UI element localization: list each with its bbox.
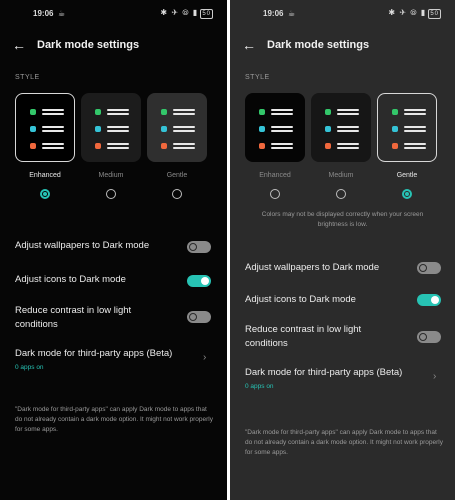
icons-toggle[interactable] [417,294,441,306]
style-card-medium[interactable] [81,93,141,162]
brightness-note: Colors may not be displayed correctly wh… [261,211,424,228]
setting-contrast-label: Reduce contrast in low light conditions [245,324,362,349]
chevron-right-icon[interactable]: › [433,371,436,382]
style-section-label: STYLE [15,74,40,81]
page-title: Dark mode settings [37,39,140,51]
radio-enhanced[interactable] [270,189,280,199]
chevron-right-icon[interactable]: › [203,352,206,363]
status-time: 19:06 [33,9,54,18]
setting-wallpapers-label: Adjust wallpapers to Dark mode [245,262,380,273]
notification-icon: ☕ [288,9,296,18]
setting-icons-label: Adjust icons to Dark mode [245,294,356,305]
style-label-gentle: Gentle [396,172,418,179]
setting-contrast-label: Reduce contrast in low light conditions [15,305,132,330]
back-arrow-icon[interactable]: ← [12,37,26,53]
header: ← Dark mode settings [242,37,455,55]
setting-icons-label: Adjust icons to Dark mode [15,274,126,285]
status-bar: 19:06 ☕ ✱ ✈ ⦾ ▮ 50 [0,7,227,21]
style-card-enhanced[interactable] [245,93,305,162]
status-icons: ✱ ✈ ⦾ ▮ 50 [160,8,213,19]
style-card-medium[interactable] [311,93,371,162]
style-label-medium: Medium [98,172,124,179]
style-label-enhanced: Enhanced [29,172,61,179]
contrast-toggle[interactable] [187,311,211,323]
contrast-toggle[interactable] [417,331,441,343]
apps-on-count: 0 apps on [15,364,44,371]
status-time: 19:06 [263,9,284,18]
style-label-enhanced: Enhanced [259,172,291,179]
wallpapers-toggle[interactable] [417,262,441,274]
battery-icon: 50 [428,9,441,19]
style-card-enhanced[interactable] [15,93,75,162]
status-icon-glyphs: ✱ ✈ ⦾ ▮ [160,8,199,17]
wallpapers-toggle[interactable] [187,241,211,253]
style-card-gentle[interactable] [147,93,207,162]
radio-medium[interactable] [106,189,116,199]
footer-note: "Dark mode for third-party apps" can app… [15,406,213,433]
third-party-label[interactable]: Dark mode for third-party apps (Beta) [245,366,402,380]
status-icons: ✱ ✈ ⦾ ▮ 50 [388,8,441,19]
footer-note: "Dark mode for third-party apps" can app… [245,429,443,456]
header: ← Dark mode settings [12,37,227,55]
radio-enhanced[interactable] [40,189,50,199]
back-arrow-icon[interactable]: ← [242,37,256,53]
icons-toggle[interactable] [187,275,211,287]
setting-wallpapers-label: Adjust wallpapers to Dark mode [15,240,150,251]
status-bar: 19:06 ☕ ✱ ✈ ⦾ ▮ 50 [230,7,455,21]
notification-icon: ☕ [58,9,66,18]
phone-screen-enhanced: 19:06 ☕ ✱ ✈ ⦾ ▮ 50 ← Dark mode settings S… [0,0,227,500]
page-title: Dark mode settings [267,39,370,51]
third-party-label[interactable]: Dark mode for third-party apps (Beta) [15,347,172,361]
radio-gentle[interactable] [172,189,182,199]
style-card-gentle[interactable] [377,93,437,162]
battery-icon: 50 [200,9,213,19]
style-section-label: STYLE [245,74,270,81]
status-icon-glyphs: ✱ ✈ ⦾ ▮ [388,8,427,17]
apps-on-count: 0 apps on [245,383,274,390]
phone-screen-gentle: 19:06 ☕ ✱ ✈ ⦾ ▮ 50 ← Dark mode settings S… [230,0,455,500]
radio-gentle[interactable] [402,189,412,199]
radio-medium[interactable] [336,189,346,199]
style-label-gentle: Gentle [166,172,188,179]
style-label-medium: Medium [328,172,354,179]
